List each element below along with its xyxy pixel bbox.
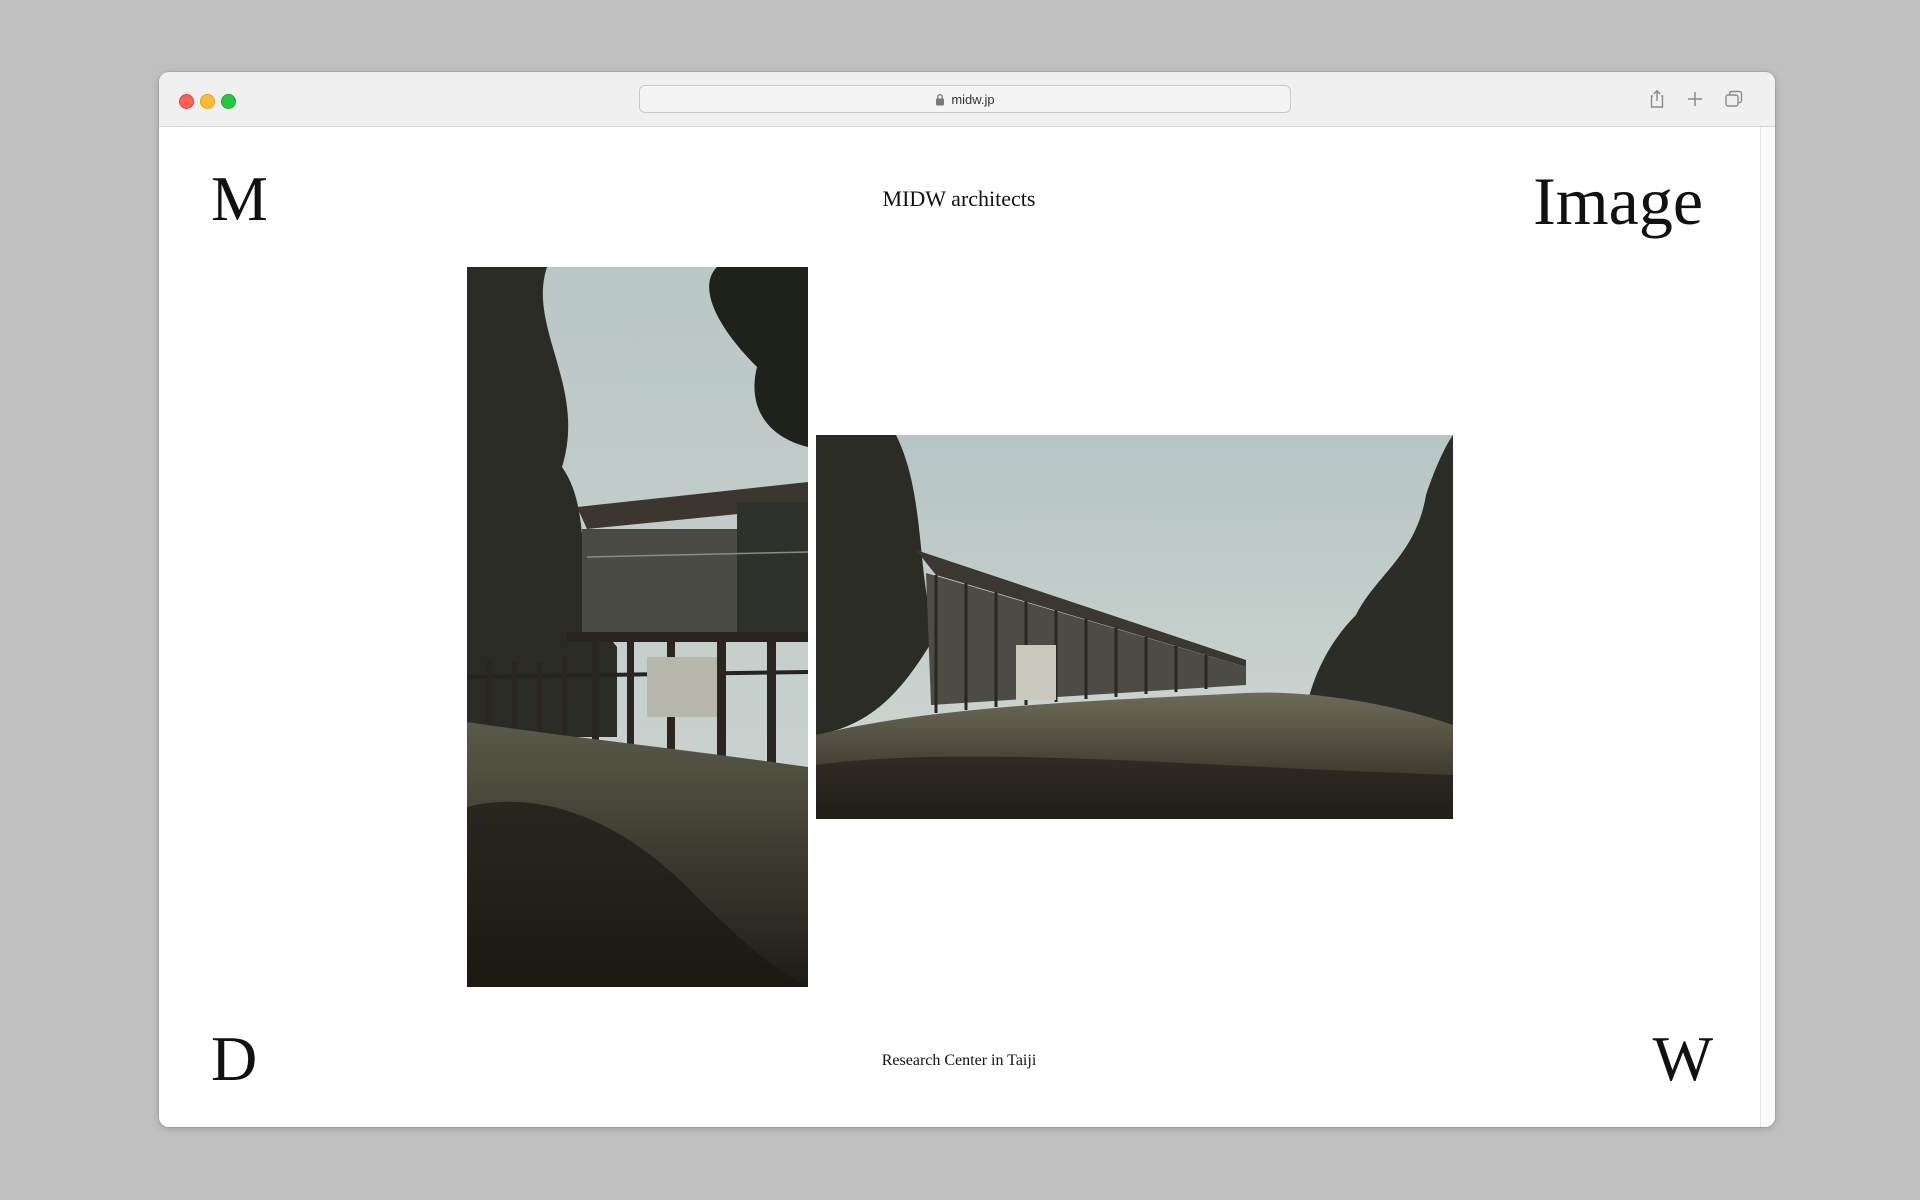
lock-icon xyxy=(935,93,945,106)
corner-letter-w[interactable]: W xyxy=(1653,1027,1713,1091)
tab-overview-icon[interactable] xyxy=(1722,87,1746,111)
address-bar[interactable]: midw.jp xyxy=(639,85,1291,113)
zoom-window-button[interactable] xyxy=(221,94,236,109)
scrollbar[interactable] xyxy=(1760,127,1775,1127)
browser-window: midw.jp M MIDW architects Image D Resear… xyxy=(159,72,1775,1127)
page-content: M MIDW architects Image D Research Cente… xyxy=(159,127,1775,1127)
new-tab-icon[interactable] xyxy=(1683,87,1707,111)
project-image-vertical[interactable] xyxy=(467,267,808,987)
project-caption[interactable]: Research Center in Taiji xyxy=(159,1052,1759,1070)
url-text: midw.jp xyxy=(951,91,995,107)
browser-toolbar: midw.jp xyxy=(159,72,1775,127)
minimize-window-button[interactable] xyxy=(200,94,215,109)
share-icon[interactable] xyxy=(1645,87,1669,111)
close-window-button[interactable] xyxy=(179,94,194,109)
site-title[interactable]: MIDW architects xyxy=(159,186,1759,212)
view-mode-label[interactable]: Image xyxy=(1533,167,1703,235)
project-image-horizontal[interactable] xyxy=(816,435,1453,819)
